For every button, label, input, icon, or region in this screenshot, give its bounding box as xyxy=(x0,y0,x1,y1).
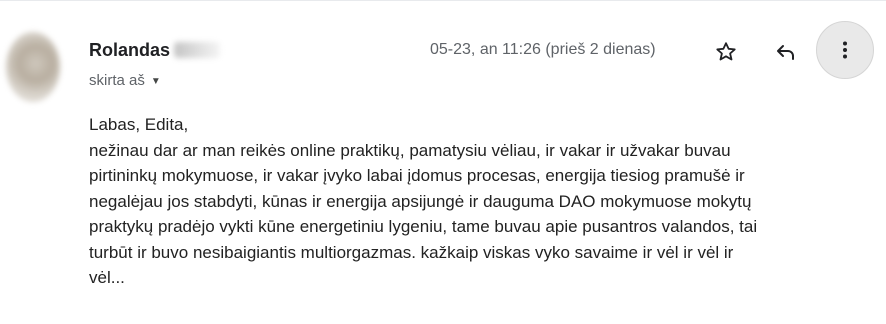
message-line: nežinau dar ar man reikės online praktik… xyxy=(89,140,731,160)
star-button[interactable] xyxy=(706,32,746,72)
chevron-down-icon: ▼ xyxy=(150,76,161,87)
message-line: pirtininkų mokymuose, ir vakar įvyko lab… xyxy=(89,166,745,185)
message-line: vėl... xyxy=(89,268,125,287)
recipient-label: skirta aš xyxy=(89,72,145,89)
more-vertical-icon xyxy=(843,41,847,59)
more-options-button[interactable] xyxy=(816,21,874,79)
recipient-details-toggle[interactable]: skirta aš ▼ xyxy=(89,72,161,89)
reply-button[interactable] xyxy=(766,32,806,72)
divider xyxy=(0,0,886,5)
message-timestamp: 05-23, an 11:26 (prieš 2 dienas) xyxy=(430,41,656,58)
redacted-surname xyxy=(174,42,221,58)
avatar[interactable] xyxy=(6,32,60,102)
reply-icon xyxy=(777,45,794,60)
sender-name-text: Rolandas xyxy=(89,40,171,60)
message-line: turbūt ir buvo nesibaigiantis multiorgaz… xyxy=(89,242,734,262)
sender-name[interactable]: Rolandas xyxy=(89,40,221,61)
email-message-view: Rolandas skirta aš ▼ 05-23, an 11:26 (pri… xyxy=(0,0,886,324)
star-icon xyxy=(716,42,736,61)
message-line: negalėjau jos stabdyti, kūnas ir energij… xyxy=(89,191,752,211)
message-body: Labas, Edita, nežinau dar ar man reikės … xyxy=(89,112,869,291)
message-line: praktykų pradėjo vykti kūne energetiniu … xyxy=(89,217,758,236)
message-greeting: Labas, Edita, xyxy=(89,115,189,134)
